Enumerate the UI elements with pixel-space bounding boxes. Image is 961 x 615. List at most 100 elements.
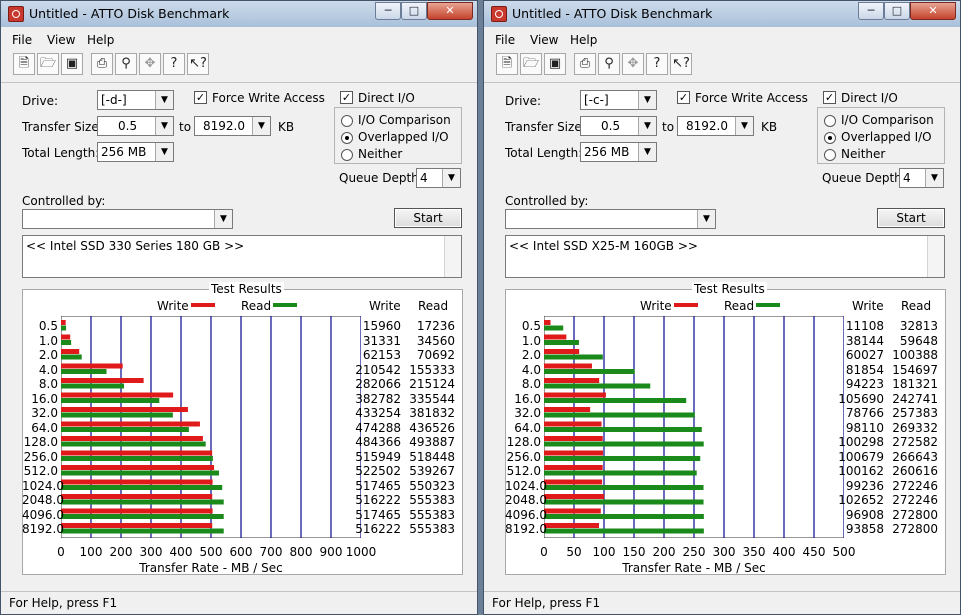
read-value: 272246 (892, 493, 938, 507)
read-bar (544, 485, 704, 490)
start-button[interactable]: Start (877, 208, 945, 228)
menu-help[interactable]: Help (570, 33, 597, 47)
force-write-checkbox[interactable]: ✓ (677, 91, 690, 104)
print-preview-icon[interactable]: ⚲ (115, 53, 137, 75)
open-folder-icon[interactable]: 🗁 (520, 53, 542, 75)
print-preview-icon[interactable]: ⚲ (598, 53, 620, 75)
atto-app-icon[interactable] (491, 6, 507, 22)
maximize-button[interactable]: □ (884, 2, 910, 20)
block-size-label: 512.0 (506, 464, 541, 478)
chevron-down-icon[interactable]: ▼ (638, 117, 656, 135)
chevron-down-icon[interactable]: ▼ (155, 117, 173, 135)
x-axis-title: Transfer Rate - MB / Sec (139, 561, 283, 575)
save-icon[interactable]: ▣ (544, 53, 566, 75)
x-tick-label: 0 (540, 545, 548, 559)
block-size-label: 8.0 (38, 377, 58, 391)
open-folder-icon[interactable]: 🗁 (37, 53, 59, 75)
direct-io-label: Direct I/O (841, 91, 898, 105)
controlled-by-combo[interactable]: ▼ (22, 209, 233, 229)
menu-view[interactable]: View (47, 33, 75, 47)
chevron-down-icon[interactable]: ▼ (155, 91, 173, 109)
help-icon[interactable]: ? (646, 53, 668, 75)
x-tick-label: 350 (742, 545, 766, 559)
write-bar (61, 465, 215, 470)
direct-io-checkbox[interactable]: ✓ (340, 91, 353, 104)
queue-depth-combo[interactable]: 4 ▼ (899, 168, 944, 188)
maximize-button[interactable]: □ (401, 2, 427, 20)
chevron-down-icon[interactable]: ▼ (252, 117, 270, 135)
chevron-down-icon[interactable]: ▼ (735, 117, 753, 135)
context-help-icon[interactable]: ↖? (670, 53, 692, 75)
direct-io-checkbox[interactable]: ✓ (823, 91, 836, 104)
block-size-label: 1.0 (521, 333, 541, 348)
read-column-header: Read (901, 299, 932, 313)
transfer-to-combo[interactable]: 8192.0 ▼ (194, 116, 271, 136)
move-icon[interactable]: ✥ (139, 53, 161, 75)
block-size-label: 8192.0 (505, 522, 547, 536)
context-help-icon[interactable]: ↖? (187, 53, 209, 75)
radio-overlapped-io[interactable] (341, 132, 353, 144)
write-bar (544, 421, 602, 427)
title-bar[interactable]: Untitled - ATTO Disk Benchmark ─ □ ✕ (484, 1, 960, 27)
write-value: 60027 (845, 348, 884, 362)
menu-file[interactable]: File (495, 33, 515, 47)
radio-neither[interactable] (341, 149, 353, 161)
chevron-down-icon[interactable]: ▼ (214, 210, 232, 228)
chevron-down-icon[interactable]: ▼ (638, 143, 656, 161)
controlled-by-combo[interactable]: ▼ (505, 209, 716, 229)
radio-io-comparison[interactable] (341, 115, 353, 127)
close-button[interactable]: ✕ (427, 2, 473, 20)
new-file-icon[interactable]: 🗎 (496, 53, 518, 75)
minimize-button[interactable]: ─ (858, 2, 884, 20)
chevron-down-icon[interactable]: ▼ (697, 210, 715, 228)
atto-app-icon[interactable] (8, 6, 24, 22)
print-icon[interactable]: ⎙ (91, 53, 113, 75)
radio-io-comparison[interactable] (824, 115, 836, 127)
minimize-button[interactable]: ─ (375, 2, 401, 20)
start-button[interactable]: Start (394, 208, 462, 228)
close-button[interactable]: ✕ (910, 2, 956, 20)
drive-combo[interactable]: [-d-] ▼ (97, 90, 174, 110)
description-textarea[interactable]: << Intel SSD 330 Series 180 GB >> (22, 235, 462, 278)
print-icon[interactable]: ⎙ (574, 53, 596, 75)
total-length-combo[interactable]: 256 MB ▼ (580, 142, 657, 162)
transfer-to-combo[interactable]: 8192.0 ▼ (677, 116, 754, 136)
write-value: 517465 (355, 478, 401, 493)
drive-combo[interactable]: [-c-] ▼ (580, 90, 657, 110)
write-bar (544, 349, 580, 354)
write-value: 81854 (845, 362, 884, 377)
status-text: For Help, press F1 (9, 596, 118, 610)
radio-neither[interactable] (824, 149, 836, 161)
menu-help[interactable]: Help (87, 33, 114, 47)
write-bar (544, 407, 591, 412)
new-file-icon[interactable]: 🗎 (13, 53, 35, 75)
title-bar[interactable]: Untitled - ATTO Disk Benchmark ─ □ ✕ (1, 1, 477, 27)
read-bar (61, 441, 206, 447)
radio-overlapped-io[interactable] (824, 132, 836, 144)
chevron-down-icon[interactable]: ▼ (638, 91, 656, 109)
move-icon[interactable]: ✥ (622, 53, 644, 75)
queue-depth-combo[interactable]: 4 ▼ (416, 168, 461, 188)
chevron-down-icon[interactable]: ▼ (442, 169, 460, 187)
controlled-by-label: Controlled by: (505, 194, 589, 208)
save-icon[interactable]: ▣ (61, 53, 83, 75)
description-scrollbar[interactable] (927, 236, 944, 277)
help-icon[interactable]: ? (163, 53, 185, 75)
force-write-checkbox[interactable]: ✓ (194, 91, 207, 104)
description-textarea[interactable]: << Intel SSD X25-M 160GB >> (505, 235, 945, 278)
transfer-from-combo[interactable]: 0.5 ▼ (580, 116, 657, 136)
menu-file[interactable]: File (12, 33, 32, 47)
chevron-down-icon[interactable]: ▼ (925, 169, 943, 187)
to-label: to (179, 120, 192, 134)
description-text: << Intel SSD 330 Series 180 GB >> (26, 239, 245, 253)
total-length-combo[interactable]: 256 MB ▼ (97, 142, 174, 162)
write-value: 98110 (845, 420, 884, 435)
menu-view[interactable]: View (530, 33, 558, 47)
neither-label: Neither (358, 147, 403, 161)
chevron-down-icon[interactable]: ▼ (155, 143, 173, 161)
transfer-from-combo[interactable]: 0.5 ▼ (97, 116, 174, 136)
menu-bar: File View Help (484, 30, 960, 50)
x-tick-label: 200 (652, 545, 676, 559)
description-scrollbar[interactable] (444, 236, 461, 277)
write-bar (61, 407, 188, 412)
